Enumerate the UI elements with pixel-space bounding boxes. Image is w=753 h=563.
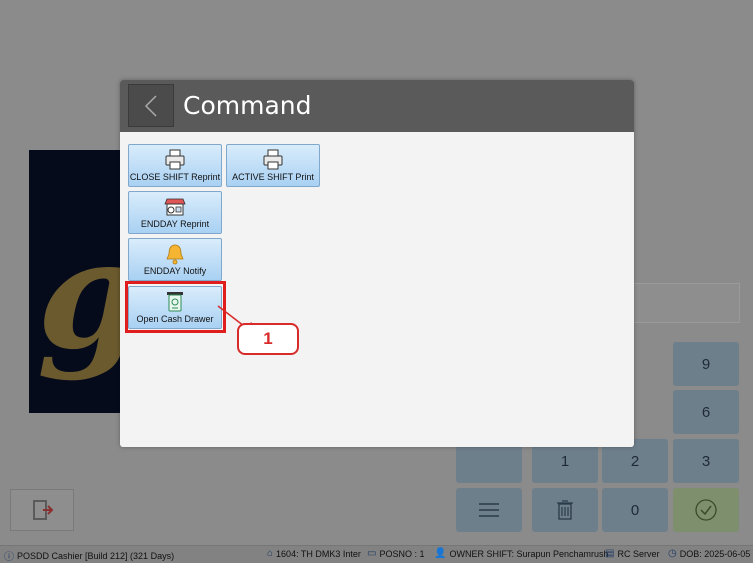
pos-number: POSNO : 1 [379, 548, 425, 559]
bell-icon [166, 244, 184, 265]
key-0[interactable]: 0 [602, 488, 668, 532]
hamburger-icon [479, 503, 499, 517]
exit-icon [33, 500, 54, 520]
button-label: ENDDAY Notify [143, 266, 207, 276]
close-shift-reprint-button[interactable]: CLOSE SHIFT Reprint [128, 144, 222, 187]
dialog-title: Command [183, 91, 312, 120]
exit-button[interactable] [10, 489, 74, 531]
dialog-header: Command [120, 80, 634, 132]
step-number-callout: 1 [237, 323, 299, 355]
key-6[interactable]: 6 [673, 390, 739, 434]
monitor-icon: ▭ [367, 548, 377, 559]
brand-logo: g [29, 150, 125, 413]
checkmark-icon [695, 499, 717, 521]
menu-key[interactable] [456, 488, 522, 532]
store-icon [164, 198, 186, 216]
clock-icon: ◷ [668, 548, 677, 559]
key-9[interactable]: 9 [673, 342, 739, 386]
user-icon: 👤 [434, 548, 447, 559]
printer-icon [165, 149, 185, 170]
status-bar: ⓘ POSDD Cashier [Build 212] (321 Days) ⌂ 1… [0, 545, 753, 563]
chevron-left-icon [144, 94, 157, 117]
command-dialog: Command CLOSE SHIFT Reprint ACTIVE SHIFT… [120, 80, 634, 447]
button-label: CLOSE SHIFT Reprint [129, 172, 221, 182]
owner-shift: OWNER SHIFT: Surapun Penchamrush [449, 548, 609, 559]
delete-key[interactable] [532, 488, 598, 532]
key-3b[interactable]: 3 [673, 439, 739, 483]
button-label: ENDDAY Reprint [140, 219, 210, 229]
home-icon: ⌂ [267, 548, 274, 559]
branch-info: 1604: TH DMK3 Inter [276, 548, 361, 559]
app-version: POSDD Cashier [Build 212] (321 Days) [17, 550, 175, 561]
info-icon: ⓘ [4, 552, 14, 563]
endday-reprint-button[interactable]: ENDDAY Reprint [128, 191, 222, 234]
back-button[interactable] [128, 84, 174, 127]
endday-notify-button[interactable]: ENDDAY Notify [128, 238, 222, 281]
trash-icon [557, 500, 573, 520]
confirm-key[interactable] [673, 488, 739, 532]
server-name: RC Server [617, 548, 660, 559]
active-shift-print-button[interactable]: ACTIVE SHIFT Print [226, 144, 320, 187]
date-of-business: DOB: 2025-06-05 [679, 548, 751, 559]
highlight-box [125, 281, 226, 333]
server-icon: ▤ [605, 548, 615, 559]
printer-icon [263, 149, 283, 170]
button-label: ACTIVE SHIFT Print [232, 172, 314, 182]
